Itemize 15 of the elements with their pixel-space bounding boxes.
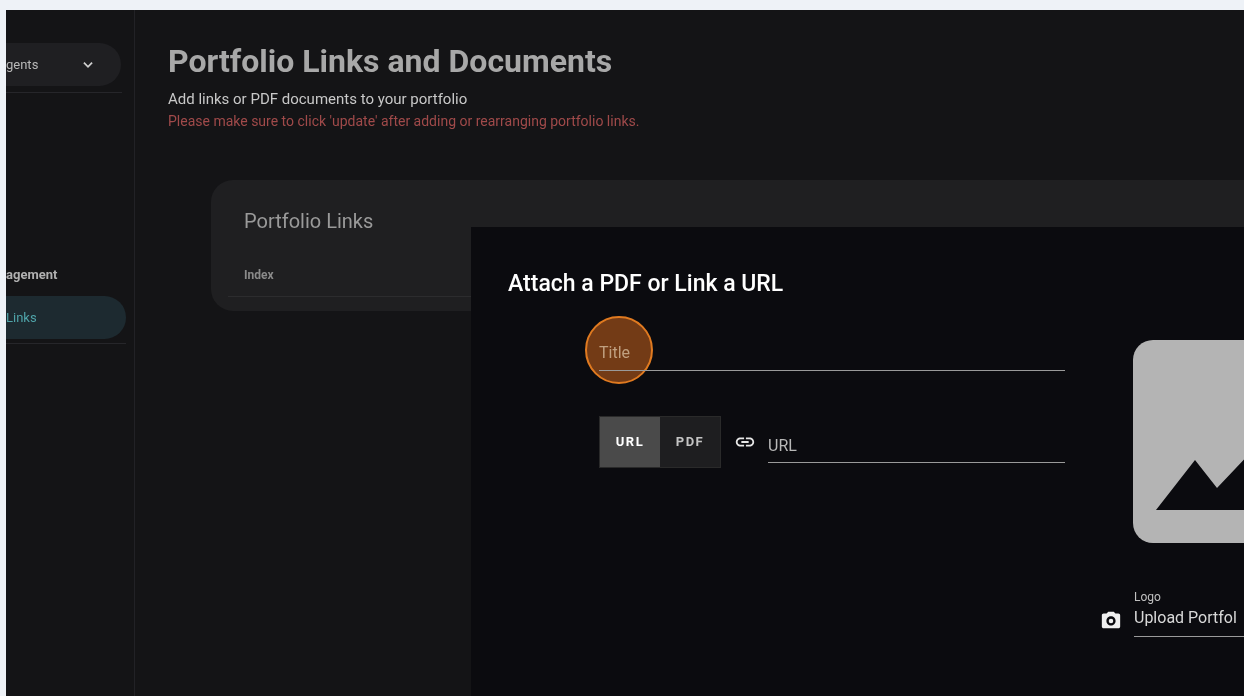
- toggle-button[interactable]: URL: [600, 416, 660, 467]
- dialog-title: Attach a PDF or Link a URL: [508, 269, 785, 299]
- page-subtitle: Add links or PDF documents to your portfolio: [168, 89, 469, 110]
- sidebar-item[interactable]: Links: [6, 296, 126, 339]
- card-title: Portfolio Links: [244, 207, 375, 235]
- logo-upload-field[interactable]: Logo Upload Portfol: [1134, 587, 1244, 637]
- warning-text: Please make sure to click 'update' after adding or rearranging portfolio links.: [168, 111, 641, 131]
- url-field[interactable]: URL: [768, 428, 1065, 463]
- page-title: Portfolio Links and Documents: [168, 42, 614, 80]
- agents-dropdown[interactable]: gents: [6, 43, 121, 86]
- toggle-button[interactable]: PDF: [660, 416, 720, 467]
- field-value: Upload Portfol: [1134, 606, 1238, 629]
- column-header: Index: [244, 266, 274, 284]
- sidebar-item[interactable]: agement: [6, 253, 126, 296]
- field-label: Logo: [1134, 588, 1162, 606]
